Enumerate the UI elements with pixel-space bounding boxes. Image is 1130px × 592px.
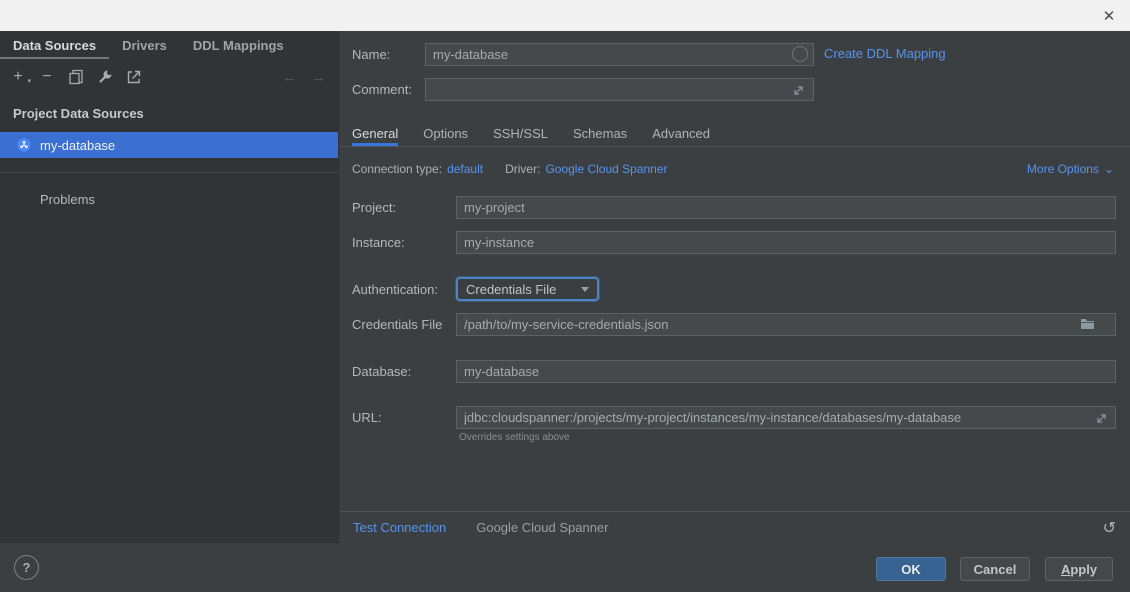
data-source-item-label: my-database xyxy=(40,138,115,153)
url-label: URL: xyxy=(352,406,382,429)
name-input[interactable] xyxy=(425,43,814,66)
folder-icon[interactable] xyxy=(1080,318,1095,333)
url-expand-icon[interactable] xyxy=(1095,412,1108,428)
instance-label: Instance: xyxy=(352,231,405,254)
test-driver-name: Google Cloud Spanner xyxy=(476,520,608,535)
test-connection-link[interactable]: Test Connection xyxy=(353,520,446,535)
help-button[interactable]: ? xyxy=(14,555,39,580)
url-note: Overrides settings above xyxy=(459,432,570,443)
project-input[interactable] xyxy=(456,196,1116,219)
duplicate-icon[interactable] xyxy=(68,69,84,85)
spanner-icon xyxy=(16,137,32,153)
credentials-file-label: Credentials File xyxy=(352,313,442,336)
cancel-button[interactable]: Cancel xyxy=(960,557,1030,581)
comment-input[interactable] xyxy=(425,78,814,101)
tab-data-sources[interactable]: Data Sources xyxy=(0,33,109,59)
problems-label[interactable]: Problems xyxy=(40,192,338,207)
test-connection-row: Test Connection Google Cloud Spanner ↺ xyxy=(353,512,1116,543)
forward-arrow-icon[interactable]: → xyxy=(311,69,326,86)
connection-type-row: Connection type: default Driver: Google … xyxy=(352,158,1114,180)
refresh-circle-icon xyxy=(792,46,808,62)
sidebar-divider xyxy=(0,172,338,173)
form-tabs: General Options SSH/SSL Schemas Advanced xyxy=(340,120,1130,147)
create-ddl-mapping-link[interactable]: Create DDL Mapping xyxy=(824,46,946,61)
connection-type-value-link[interactable]: default xyxy=(447,162,483,176)
instance-input[interactable] xyxy=(456,231,1116,254)
ok-button[interactable]: OK xyxy=(876,557,946,581)
dropdown-arrow-icon xyxy=(581,287,589,292)
authentication-select[interactable]: Credentials File xyxy=(456,277,599,301)
connection-type-label: Connection type: xyxy=(352,162,442,176)
apply-accesskey: A xyxy=(1061,562,1070,577)
url-input[interactable] xyxy=(456,406,1116,429)
project-data-sources-title: Project Data Sources xyxy=(13,106,338,121)
back-arrow-icon[interactable]: ← xyxy=(282,69,297,86)
driver-value-link[interactable]: Google Cloud Spanner xyxy=(545,162,667,176)
apply-rest: pply xyxy=(1070,562,1097,577)
tab-options[interactable]: Options xyxy=(423,120,468,146)
authentication-label: Authentication: xyxy=(352,278,438,301)
revert-icon[interactable]: ↺ xyxy=(1103,518,1116,538)
sidebar-tabs: Data Sources Drivers DDL Mappings xyxy=(0,33,338,59)
name-label: Name: xyxy=(352,43,390,66)
add-icon[interactable]: + ▾ xyxy=(10,69,26,85)
chevron-down-icon: ⌄ xyxy=(1104,162,1114,176)
add-dropdown-icon: ▾ xyxy=(27,75,31,89)
close-icon[interactable]: ✕ xyxy=(1096,4,1122,27)
tab-ddl-mappings[interactable]: DDL Mappings xyxy=(180,33,297,59)
window-titlebar: ✕ xyxy=(0,0,1130,31)
database-label: Database: xyxy=(352,360,411,383)
tab-advanced[interactable]: Advanced xyxy=(652,120,710,146)
more-options-link[interactable]: More Options xyxy=(1027,162,1099,176)
export-icon[interactable] xyxy=(126,69,142,85)
tab-ssh-ssl[interactable]: SSH/SSL xyxy=(493,120,548,146)
driver-label: Driver: xyxy=(505,162,540,176)
main-panel: Name: Create DDL Mapping Comment: Genera… xyxy=(340,31,1130,543)
comment-label: Comment: xyxy=(352,78,412,101)
tab-drivers[interactable]: Drivers xyxy=(109,33,180,59)
tab-general[interactable]: General xyxy=(352,120,398,146)
expand-icon[interactable] xyxy=(792,84,805,100)
apply-button[interactable]: Apply xyxy=(1045,557,1113,581)
project-label: Project: xyxy=(352,196,396,219)
authentication-selected-value: Credentials File xyxy=(466,282,556,297)
data-source-item[interactable]: my-database xyxy=(0,132,338,158)
remove-icon[interactable]: − xyxy=(39,69,55,85)
tab-schemas[interactable]: Schemas xyxy=(573,120,627,146)
sidebar-toolbar: + ▾ − ← → xyxy=(0,62,338,92)
dialog-footer: ? OK Cancel Apply xyxy=(0,543,1130,592)
database-input[interactable] xyxy=(456,360,1116,383)
sidebar: Data Sources Drivers DDL Mappings + ▾ − xyxy=(0,31,339,543)
wrench-icon[interactable] xyxy=(97,69,113,85)
credentials-file-input[interactable] xyxy=(456,313,1116,336)
